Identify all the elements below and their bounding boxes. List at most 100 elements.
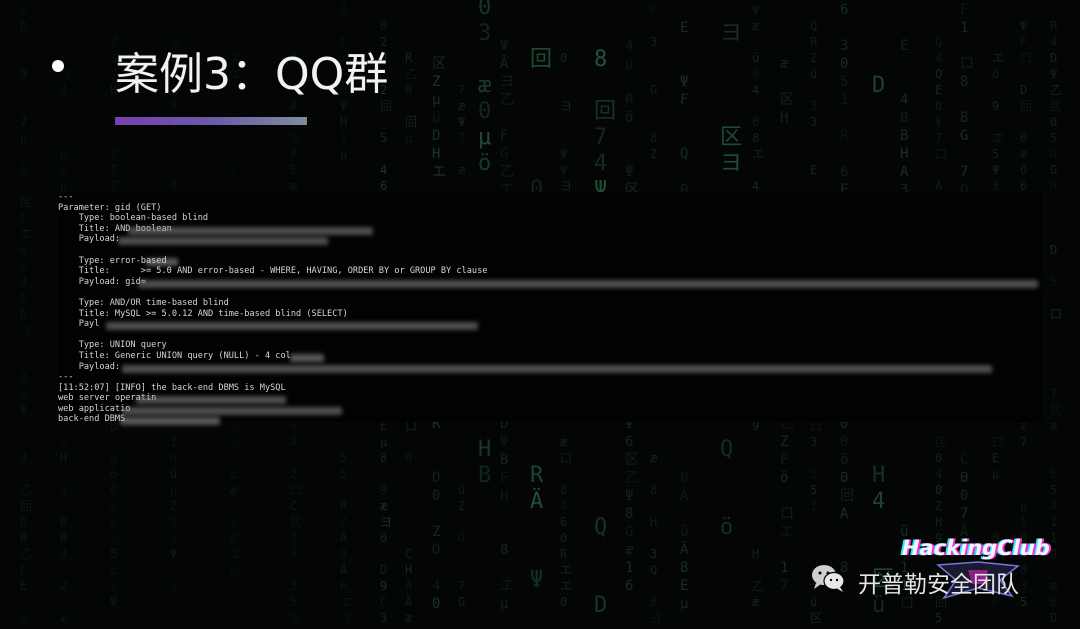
matrix-glyph: 5	[810, 483, 817, 497]
matrix-glyph: E	[900, 38, 908, 54]
matrix-glyph: 8	[650, 483, 657, 497]
matrix-glyph: B	[20, 515, 27, 529]
matrix-glyph: D	[432, 128, 440, 144]
terminal-line: Payload:	[58, 234, 121, 244]
matrix-glyph: 回	[1020, 99, 1032, 113]
matrix-glyph: Ä	[1050, 498, 1058, 513]
matrix-glyph: E	[290, 163, 297, 177]
matrix-glyph: A	[935, 179, 943, 193]
matrix-glyph: æ	[752, 595, 760, 609]
matrix-glyph: 0	[380, 531, 387, 545]
matrix-glyph: 口	[1020, 51, 1032, 65]
matrix-glyph: H	[900, 146, 908, 162]
matrix-glyph: 5	[935, 611, 942, 625]
matrix-glyph: 4	[935, 51, 942, 65]
matrix-glyph: R	[810, 35, 818, 49]
matrix-glyph: Θ	[20, 371, 27, 385]
matrix-glyph: 口	[960, 56, 974, 72]
matrix-glyph: 1	[1050, 531, 1057, 545]
matrix-glyph: C	[290, 499, 297, 513]
matrix-glyph: Q	[935, 67, 942, 81]
matrix-glyph: 8	[20, 531, 27, 545]
matrix-glyph: F	[780, 452, 788, 468]
matrix-glyph: C	[20, 211, 27, 225]
matrix-glyph: 8	[650, 131, 657, 145]
matrix-glyph: 5	[110, 547, 117, 561]
matrix-glyph: Ä	[405, 594, 413, 609]
matrix-glyph: 区	[720, 125, 742, 150]
matrix-glyph: 3	[650, 547, 657, 561]
matrix-glyph: 7	[20, 115, 27, 129]
matrix-glyph: Q	[810, 19, 817, 33]
matrix-glyph: 7	[1050, 387, 1057, 401]
matrix-glyph: Z	[458, 499, 465, 513]
matrix-glyph: Z	[170, 499, 177, 513]
matrix-glyph: R	[840, 128, 849, 144]
redaction-blur	[290, 354, 324, 362]
matrix-glyph: Ψ	[290, 147, 297, 161]
matrix-glyph: 1	[340, 131, 347, 145]
matrix-glyph: ヨ	[340, 611, 352, 625]
matrix-glyph: 3	[810, 115, 817, 129]
matrix-glyph: D	[594, 593, 607, 618]
matrix-glyph: 1	[625, 560, 633, 576]
matrix-glyph: 4	[752, 179, 759, 193]
matrix-glyph: Ψ	[1050, 67, 1057, 81]
matrix-glyph: μ	[60, 147, 67, 161]
matrix-glyph: E	[935, 83, 942, 97]
matrix-glyph: ヨ	[720, 151, 742, 176]
matrix-glyph: 4	[432, 578, 440, 594]
matrix-glyph: Ä	[530, 488, 543, 514]
matrix-glyph: 0	[20, 163, 27, 177]
redaction-blur	[136, 396, 286, 404]
matrix-glyph: Ψ	[680, 74, 688, 90]
matrix-glyph: ö	[992, 67, 999, 81]
matrix-glyph: 4	[900, 92, 908, 108]
slide-title: 案例3：QQ群	[115, 49, 389, 100]
matrix-glyph: Z	[780, 434, 788, 450]
matrix-glyph: 区	[625, 452, 639, 468]
matrix-glyph: Q	[935, 35, 942, 49]
matrix-glyph: Z	[935, 499, 942, 513]
matrix-glyph: 0	[560, 51, 567, 65]
matrix-glyph: ヨ	[20, 323, 32, 337]
matrix-glyph: 5	[840, 74, 848, 90]
matrix-glyph: ü	[458, 483, 465, 497]
matrix-glyph: ö	[478, 151, 491, 176]
matrix-glyph: 6	[840, 2, 848, 18]
matrix-glyph: æ	[405, 611, 413, 625]
matrix-glyph: 6	[380, 179, 387, 193]
matrix-glyph: 4	[560, 499, 567, 513]
matrix-glyph: Ä	[680, 486, 689, 504]
matrix-glyph: æ	[60, 163, 68, 177]
matrix-glyph: C	[380, 595, 387, 609]
matrix-glyph: 7	[1020, 435, 1027, 449]
matrix-glyph: B	[500, 452, 508, 468]
matrix-glyph: E	[20, 579, 27, 593]
matrix-glyph: 区	[810, 611, 822, 625]
matrix-glyph: μ	[340, 147, 347, 161]
matrix-glyph: æ	[560, 435, 568, 449]
matrix-glyph: E	[230, 467, 237, 481]
watermark-team-name: 开普勒安全团队	[858, 572, 1019, 598]
matrix-glyph: ヨ	[560, 99, 572, 113]
matrix-glyph: 乙	[405, 67, 417, 81]
redaction-blur	[106, 322, 478, 330]
title-underline-bar	[115, 117, 307, 125]
matrix-glyph: H	[872, 463, 885, 488]
matrix-glyph: 0	[560, 595, 567, 609]
matrix-glyph: 0	[405, 83, 412, 97]
matrix-glyph: A	[900, 164, 909, 180]
matrix-glyph: 8	[680, 560, 688, 576]
matrix-glyph: H	[935, 515, 942, 529]
matrix-glyph: 8	[20, 3, 27, 17]
slide: 82D2回546回75BÄQ回1口Eμ89æヨ0D9C3R乙0回μμ9C5D0ヨ…	[0, 0, 1080, 629]
matrix-glyph: 5	[1050, 131, 1057, 145]
matrix-glyph: H	[478, 437, 491, 462]
matrix-glyph: 口	[560, 451, 572, 465]
matrix-glyph: R	[340, 579, 348, 593]
matrix-glyph: 区	[290, 131, 302, 145]
matrix-glyph: Ψ	[500, 38, 508, 54]
matrix-glyph: æ	[1050, 579, 1058, 593]
matrix-glyph: D	[1020, 83, 1027, 97]
